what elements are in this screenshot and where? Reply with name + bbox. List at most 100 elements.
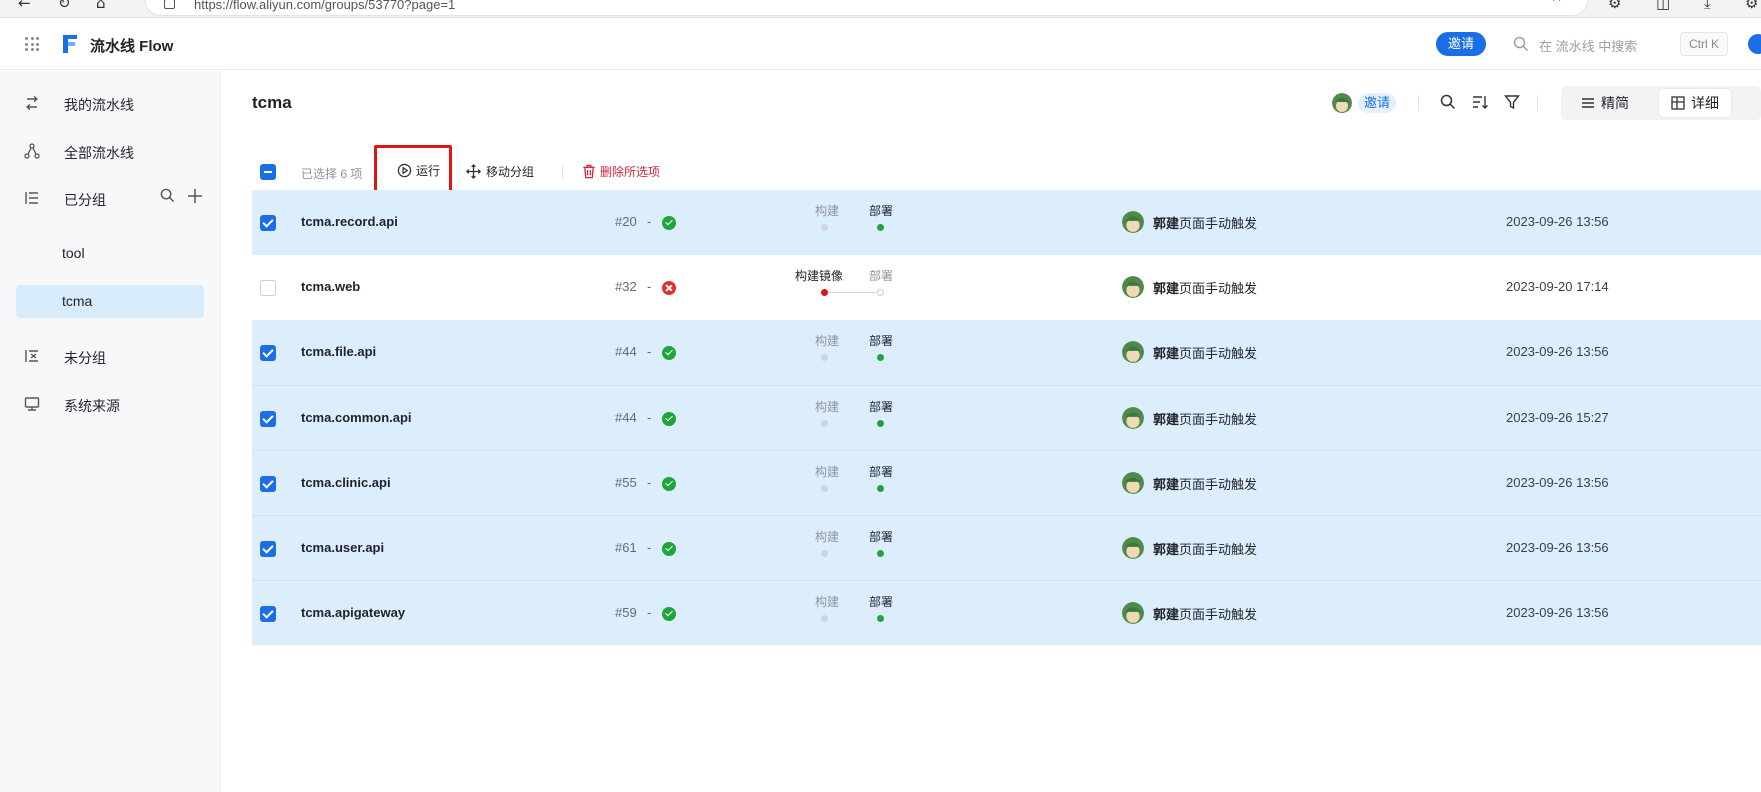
avatar[interactable] [1332,93,1352,113]
app-grid-icon[interactable] [25,37,39,51]
sidebar-item-grouped[interactable]: 已分组 [0,178,221,218]
build-number[interactable]: #55 [615,475,637,490]
pipeline-name[interactable]: tcma.file.api [301,344,376,359]
sidebar-group-tool[interactable]: tool [16,237,204,270]
pipeline-name[interactable]: tcma.record.api [301,214,398,229]
avatar [1122,341,1144,363]
favorite-star-icon[interactable]: ☆ [1550,0,1563,5]
build-number[interactable]: #20 [615,214,637,229]
run-time: 2023-09-26 15:27 [1506,410,1609,425]
pipeline-name[interactable]: tcma.clinic.api [301,475,391,490]
trigger-text: 页面手动触发 [1179,607,1258,622]
search-icon[interactable] [1513,36,1529,52]
build-number[interactable]: #44 [615,410,637,425]
pipeline-name[interactable]: tcma.common.api [301,410,412,425]
sidebar-group-tcma[interactable]: tcma [16,285,204,318]
pipeline-name[interactable]: tcma.user.api [301,540,384,555]
stage-build-dot[interactable] [821,420,828,427]
row-checkbox[interactable] [260,541,276,557]
row-checkbox[interactable] [260,411,276,427]
stage-deploy-dot[interactable] [877,420,884,427]
build-number[interactable]: #61 [615,540,637,555]
filter-icon[interactable] [1504,94,1520,110]
invite-member-button[interactable]: 邀请 [1358,93,1397,113]
group-search-icon[interactable] [160,188,175,203]
table-row[interactable]: tcma.web #32- 构建镜像 部署 郭建页面手动触发 2023-09-20 17:… [252,255,1761,320]
stage-deploy-dot[interactable] [877,485,884,492]
flow-logo-icon [63,35,77,53]
stage-build-dot[interactable] [821,550,828,557]
table-row[interactable]: tcma.record.api #20- 构建 部署 郭建页面手动触发 2023-09-2… [252,190,1761,255]
address-bar[interactable]: https://flow.aliyun.com/groups/53770?pag… [145,0,1588,16]
search-icon[interactable] [1440,94,1456,110]
build-separator: - [647,410,652,425]
row-checkbox[interactable] [260,476,276,492]
home-icon[interactable]: ⌂ [96,0,106,12]
stage-deploy-dot[interactable] [877,289,884,296]
stage-build-dot[interactable] [821,354,828,361]
read-aloud-icon[interactable]: A [1509,0,1518,4]
stage-build-label: 构建 [815,204,840,218]
pipeline-name[interactable]: tcma.apigateway [301,605,405,620]
reload-icon[interactable]: ↻ [58,0,71,12]
trigger-user: 郭建 [1153,542,1180,557]
row-checkbox[interactable] [260,215,276,231]
stage-build-dot[interactable] [821,485,828,492]
row-checkbox[interactable] [260,606,276,622]
back-icon[interactable]: ← [18,0,31,12]
extensions-icon[interactable]: ⚙ [1608,0,1621,12]
avatar [1122,276,1144,298]
group-label: tool [62,245,85,261]
build-separator: - [647,344,652,359]
stage-deploy-label: 部署 [869,334,894,348]
stage-deploy-dot[interactable] [877,615,884,622]
build-separator: - [647,214,652,229]
create-button[interactable] [1748,34,1761,54]
table-row[interactable]: tcma.apigateway #59- 构建 部署 郭建页面手动触发 2023-09-2… [252,580,1761,645]
stage-deploy-label: 部署 [869,204,894,218]
global-search-input[interactable]: 在 流水线 中搜索 [1539,36,1637,55]
browser-toolbar: ← ↻ ⌂ https://flow.aliyun.com/groups/537… [0,0,1761,18]
move-group-button[interactable]: 移动分组 [466,163,534,180]
select-all-checkbox[interactable] [260,164,276,180]
build-number[interactable]: #44 [615,344,637,359]
delete-selected-button[interactable]: 删除所选项 [582,163,660,180]
sidebar-item-label: 已分组 [64,192,106,208]
table-row[interactable]: tcma.clinic.api #55- 构建 部署 郭建页面手动触发 2023-09-2… [252,450,1761,515]
trash-icon [583,164,595,179]
view-detail-button[interactable]: 详细 [1659,89,1731,117]
invite-button[interactable]: 邀请 [1436,32,1487,56]
build-number[interactable]: #32 [615,279,637,294]
play-circle-icon [397,163,412,178]
stage-build-dot[interactable] [821,224,828,231]
row-checkbox[interactable] [260,280,276,296]
split-screen-icon[interactable]: ◫ [1656,0,1670,12]
stage-build-dot[interactable] [821,289,828,296]
sidebar-item-system-source[interactable]: 系统来源 [0,384,221,424]
settings-icon[interactable]: ⚙ [1745,0,1758,12]
sort-icon[interactable] [1472,94,1488,110]
view-detail-label: 详细 [1691,95,1719,111]
sidebar-item-all-pipelines[interactable]: 全部流水线 [0,131,221,171]
sidebar: 我的流水线 全部流水线 已分组 tool tcma 未分组 系统来源 [0,71,221,792]
row-checkbox[interactable] [260,345,276,361]
downloads-icon[interactable]: ⤓ [1704,0,1711,12]
trigger-user: 郭建 [1153,412,1180,427]
stage-deploy-dot[interactable] [877,354,884,361]
sidebar-item-my-pipelines[interactable]: 我的流水线 [0,83,221,123]
pipeline-name[interactable]: tcma.web [301,279,360,294]
stage-deploy-dot[interactable] [877,224,884,231]
stage-deploy-dot[interactable] [877,550,884,557]
build-number[interactable]: #59 [615,605,637,620]
table-row[interactable]: tcma.common.api #44- 构建 部署 郭建页面手动触发 2023-09-2… [252,385,1761,450]
stage-build-label: 构建 [815,465,840,479]
sidebar-item-ungrouped[interactable]: 未分组 [0,336,221,376]
stage-build-dot[interactable] [821,615,828,622]
view-simple-button[interactable]: 精简 [1569,89,1641,117]
run-button[interactable]: 运行 [374,145,452,196]
build-separator: - [647,475,652,490]
table-row[interactable]: tcma.file.api #44- 构建 部署 郭建页面手动触发 2023-09-26 … [252,320,1761,385]
trigger-info: 郭建页面手动触发 [1153,539,1257,558]
table-row[interactable]: tcma.user.api #61- 构建 部署 郭建页面手动触发 2023-09-26 … [252,515,1761,580]
add-group-icon[interactable] [187,188,203,204]
